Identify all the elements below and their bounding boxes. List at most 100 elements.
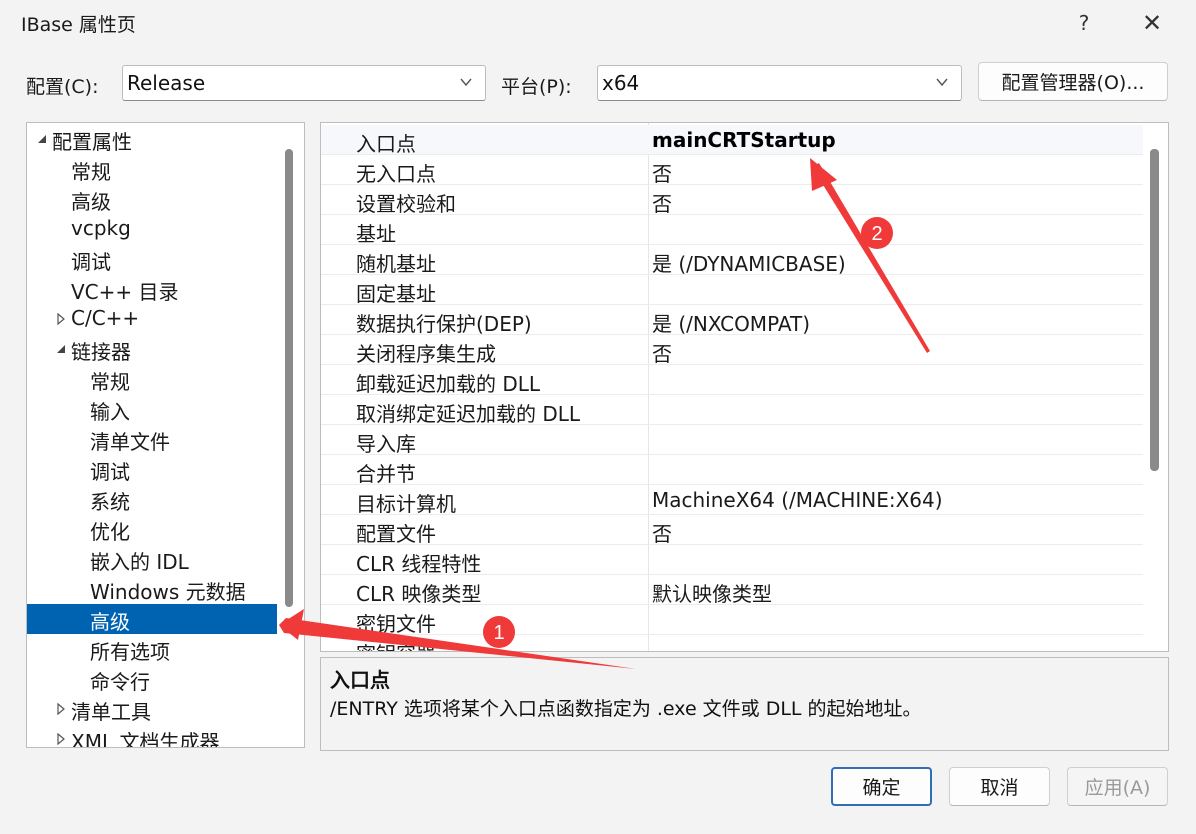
property-tree: 配置属性 常规 高级 vcpkg 调试 VC++ 目录 C/C++ 链接器 常规 输入 清单文件 调试… bbox=[26, 122, 305, 748]
tree-item[interactable]: 链接器 bbox=[27, 334, 277, 364]
tree-item[interactable]: 高级 bbox=[27, 604, 277, 634]
collapsed-triangle-icon[interactable] bbox=[55, 703, 67, 715]
property-value[interactable]: 否 bbox=[652, 338, 672, 367]
property-row[interactable]: 数据执行保护(DEP) 是 (/NXCOMPAT) bbox=[321, 305, 1143, 337]
tree-item-label: 清单文件 bbox=[90, 430, 170, 454]
tree-scrollbar[interactable] bbox=[285, 149, 293, 607]
tree-item-label: 常规 bbox=[71, 160, 111, 184]
title-bar: IBase 属性页 ? ✕ bbox=[0, 0, 1196, 46]
tree-item-label: 高级 bbox=[90, 610, 130, 634]
property-name: 导入库 bbox=[356, 432, 416, 456]
tree-item[interactable]: 优化 bbox=[27, 514, 277, 544]
tree-item[interactable]: 常规 bbox=[27, 154, 277, 184]
tree-item[interactable]: 调试 bbox=[27, 454, 277, 484]
tree-item[interactable]: 清单文件 bbox=[27, 424, 277, 454]
tree-item-label: 系统 bbox=[90, 490, 130, 514]
property-value[interactable]: MachineX64 (/MACHINE:X64) bbox=[652, 488, 943, 512]
tree-item[interactable]: 输入 bbox=[27, 394, 277, 424]
help-icon: ? bbox=[1078, 11, 1090, 35]
tree-item[interactable]: XML 文档生成器 bbox=[27, 724, 277, 747]
tree-item[interactable]: 命令行 bbox=[27, 664, 277, 694]
tree-item-label: 调试 bbox=[90, 460, 130, 484]
tree-item-label: 优化 bbox=[90, 520, 130, 544]
tree-item[interactable]: 清单工具 bbox=[27, 694, 277, 724]
property-row[interactable]: 密钥文件 bbox=[321, 605, 1143, 636]
expanded-triangle-icon[interactable] bbox=[36, 133, 48, 145]
property-name: 设置校验和 bbox=[356, 192, 456, 216]
config-dropdown-value: Release bbox=[127, 71, 206, 95]
property-name: 基址 bbox=[356, 222, 396, 246]
property-name: CLR 线程特性 bbox=[356, 552, 482, 576]
property-name: 入口点 bbox=[356, 132, 416, 156]
config-dropdown[interactable]: Release bbox=[122, 65, 486, 101]
description-panel: 入口点 /ENTRY 选项将某个入口点函数指定为 .exe 文件或 DLL 的起… bbox=[320, 657, 1169, 751]
tree-item[interactable]: vcpkg bbox=[27, 214, 277, 244]
property-name: 密钥容器 bbox=[356, 638, 436, 651]
tree-item[interactable]: 配置属性 bbox=[27, 124, 277, 154]
tree-item-label: 所有选项 bbox=[90, 640, 170, 664]
property-name: 密钥文件 bbox=[356, 612, 436, 636]
collapsed-triangle-icon[interactable] bbox=[55, 313, 67, 325]
property-pages-dialog: IBase 属性页 ? ✕ 配置(C): Release 平台(P): x64 … bbox=[0, 0, 1196, 834]
tree-item-label: 命令行 bbox=[90, 670, 150, 694]
tree-item[interactable]: 所有选项 bbox=[27, 634, 277, 664]
expanded-triangle-icon[interactable] bbox=[55, 343, 67, 355]
tree-item[interactable]: VC++ 目录 bbox=[27, 274, 277, 304]
tree-item-label: 高级 bbox=[71, 190, 111, 214]
property-row[interactable]: 关闭程序集生成 否 bbox=[321, 335, 1143, 367]
property-name: 数据执行保护(DEP) bbox=[356, 312, 532, 336]
property-value[interactable]: 否 bbox=[652, 518, 672, 547]
tree-item[interactable]: 系统 bbox=[27, 484, 277, 514]
property-row[interactable]: 导入库 bbox=[321, 425, 1143, 456]
tree-item[interactable]: 常规 bbox=[27, 364, 277, 394]
property-value[interactable]: 否 bbox=[652, 188, 672, 217]
config-label: 配置(C): bbox=[26, 76, 99, 98]
tree-item[interactable]: 调试 bbox=[27, 244, 277, 274]
property-row[interactable]: 固定基址 bbox=[321, 275, 1143, 306]
tree-item-label: 清单工具 bbox=[71, 700, 151, 724]
config-manager-button[interactable]: 配置管理器(O)... bbox=[978, 62, 1168, 101]
property-row[interactable]: 卸载延迟加载的 DLL bbox=[321, 365, 1143, 396]
help-button[interactable]: ? bbox=[1054, 6, 1114, 40]
property-row[interactable]: 配置文件 否 bbox=[321, 515, 1143, 547]
close-button[interactable]: ✕ bbox=[1122, 6, 1182, 40]
property-name: 固定基址 bbox=[356, 282, 436, 306]
ok-button[interactable]: 确定 bbox=[831, 767, 932, 806]
tree-item-label: 链接器 bbox=[71, 340, 131, 364]
platform-dropdown[interactable]: x64 bbox=[597, 65, 962, 101]
property-value[interactable]: 是 (/DYNAMICBASE) bbox=[652, 248, 846, 277]
tree-item[interactable]: C/C++ bbox=[27, 304, 277, 334]
tree-item[interactable]: 嵌入的 IDL bbox=[27, 544, 277, 574]
cancel-button[interactable]: 取消 bbox=[949, 767, 1050, 806]
property-row[interactable]: 无入口点 否 bbox=[321, 155, 1143, 187]
grid-scrollbar[interactable] bbox=[1150, 149, 1159, 471]
property-row[interactable]: 设置校验和 否 bbox=[321, 185, 1143, 217]
tree-item-label: 调试 bbox=[71, 250, 111, 274]
tree-item-label: vcpkg bbox=[71, 216, 131, 240]
tree-item[interactable]: Windows 元数据 bbox=[27, 574, 277, 604]
property-row[interactable]: 密钥容器 bbox=[321, 635, 1143, 651]
property-row[interactable]: 入口点 mainCRTStartup bbox=[321, 125, 1143, 156]
property-value[interactable]: mainCRTStartup bbox=[652, 128, 836, 152]
property-row[interactable]: CLR 线程特性 bbox=[321, 545, 1143, 576]
property-value[interactable]: 默认映像类型 bbox=[652, 578, 772, 607]
property-row[interactable]: 随机基址 是 (/DYNAMICBASE) bbox=[321, 245, 1143, 277]
property-name: 配置文件 bbox=[356, 522, 436, 546]
tree-item-label: 常规 bbox=[90, 370, 130, 394]
property-row[interactable]: 取消绑定延迟加载的 DLL bbox=[321, 395, 1143, 426]
property-value[interactable]: 是 (/NXCOMPAT) bbox=[652, 308, 810, 337]
property-row[interactable]: 合并节 bbox=[321, 455, 1143, 486]
property-row[interactable]: 基址 bbox=[321, 215, 1143, 246]
collapsed-triangle-icon[interactable] bbox=[55, 733, 67, 745]
chevron-down-icon bbox=[936, 78, 948, 87]
apply-button[interactable]: 应用(A) bbox=[1067, 767, 1168, 806]
property-name: CLR 映像类型 bbox=[356, 582, 482, 606]
property-row[interactable]: 目标计算机 MachineX64 (/MACHINE:X64) bbox=[321, 485, 1143, 516]
tree-item[interactable]: 高级 bbox=[27, 184, 277, 214]
property-name: 取消绑定延迟加载的 DLL bbox=[356, 402, 581, 426]
property-row[interactable]: CLR 映像类型 默认映像类型 bbox=[321, 575, 1143, 607]
platform-dropdown-value: x64 bbox=[602, 71, 640, 95]
property-value[interactable]: 否 bbox=[652, 158, 672, 187]
tree-item-label: VC++ 目录 bbox=[71, 280, 179, 304]
property-name: 随机基址 bbox=[356, 252, 436, 276]
